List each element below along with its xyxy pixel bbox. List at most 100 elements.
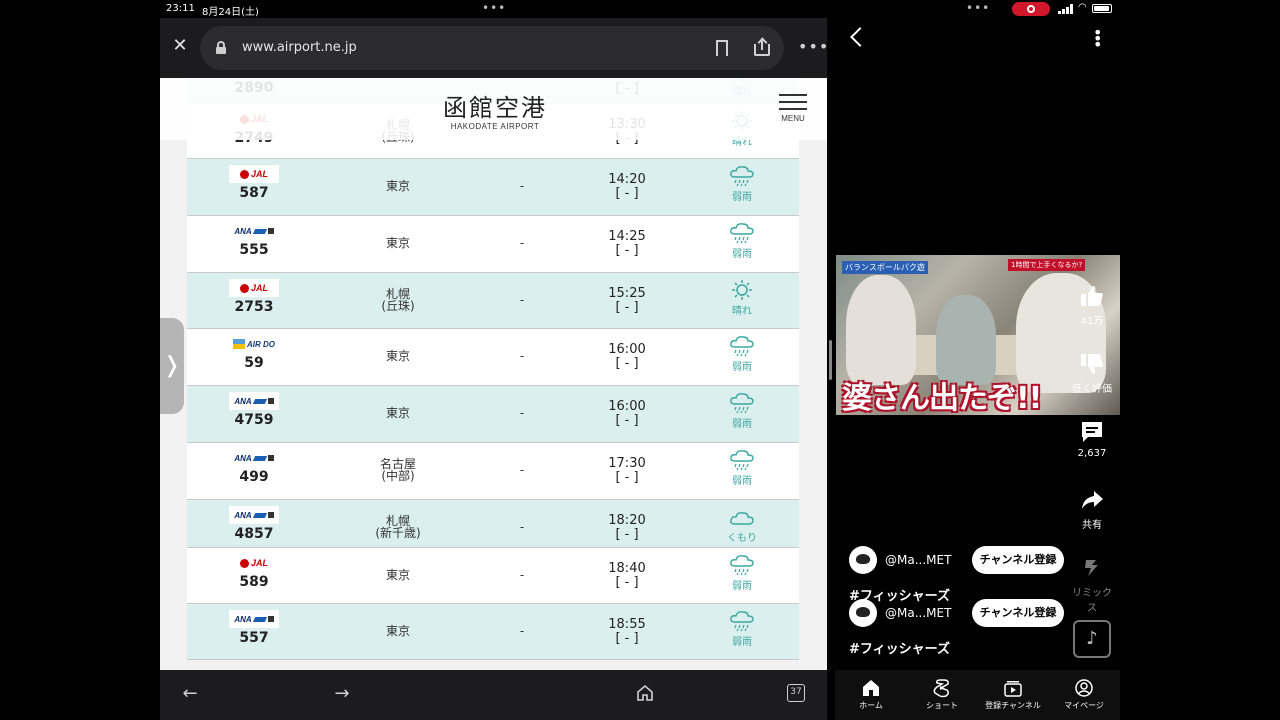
channel-row: @Ma...MET チャンネル登録 bbox=[849, 546, 1089, 576]
destination-city: 東京 bbox=[385, 406, 410, 420]
destination: 札幌 (新千歳) bbox=[347, 515, 449, 539]
via-column: - bbox=[519, 179, 525, 193]
screen-recording-icon[interactable] bbox=[1012, 2, 1050, 16]
flight-row[interactable]: ANA 499 名古屋 (中部) - 17:30[ - ] 弱雨 bbox=[187, 443, 799, 500]
departure-time: 16:00[ - ] bbox=[597, 343, 657, 371]
ana-stripe-icon bbox=[252, 512, 267, 518]
destination-airport: (丘珠) bbox=[381, 299, 415, 313]
flight-status: [ - ] bbox=[615, 300, 639, 315]
url-text[interactable]: www.airport.ne.jp bbox=[242, 40, 357, 55]
rain-icon bbox=[719, 335, 765, 357]
dislike-button[interactable]: 低く評価 bbox=[1071, 352, 1113, 395]
airline-logo: AIR DO bbox=[229, 335, 279, 353]
share-arrow-icon bbox=[1082, 491, 1103, 509]
airline-logo: ANA bbox=[229, 392, 279, 410]
flight-status: [ - ] bbox=[615, 575, 639, 590]
airline-logo: JAL bbox=[229, 554, 279, 572]
tabs-count-icon[interactable]: 37 bbox=[787, 684, 805, 702]
weather-cell: 弱雨 bbox=[719, 449, 765, 487]
multitask-dots-icon-right[interactable]: ••• bbox=[966, 1, 990, 15]
via-column: - bbox=[519, 293, 525, 307]
flight-row[interactable]: ANA 555 東京 - 14:25[ - ] 弱雨 bbox=[187, 216, 799, 273]
weather-label: 弱雨 bbox=[732, 581, 752, 592]
scheduled-time: 14:25 bbox=[608, 229, 646, 244]
rain-icon bbox=[719, 392, 765, 414]
browser-window: ✕ www.airport.ne.jp ••• 2890[ - ]晴れJAL27… bbox=[160, 18, 829, 720]
departure-time: 15:25[ - ] bbox=[597, 287, 657, 315]
airline-name: AIR DO bbox=[247, 339, 275, 349]
back-chevron-icon[interactable] bbox=[850, 27, 870, 47]
sidebar-expand-handle[interactable]: ❭ bbox=[160, 318, 184, 414]
codeshare-icon bbox=[267, 455, 274, 461]
browser-toolbar: ✕ www.airport.ne.jp ••• bbox=[160, 18, 829, 78]
home-icon[interactable] bbox=[636, 684, 654, 702]
channel-handle[interactable]: @Ma...MET bbox=[885, 553, 951, 567]
flight-row[interactable]: AIR DO 59 東京 - 16:00[ - ] 弱雨 bbox=[187, 329, 799, 386]
like-button[interactable]: 41万 bbox=[1071, 284, 1113, 327]
comment-icon bbox=[1082, 422, 1102, 442]
browser-bottom-bar: ← → 37 bbox=[160, 670, 827, 720]
nav-subscriptions[interactable]: 登録チャンネル bbox=[978, 678, 1048, 711]
nav-subscriptions-label: 登録チャンネル bbox=[985, 701, 1041, 710]
site-header: 函館空港 HAKODATE AIRPORT MENU bbox=[160, 78, 827, 140]
music-note-icon[interactable]: ♪ bbox=[1073, 620, 1111, 658]
site-logo[interactable]: 函館空港 bbox=[430, 88, 560, 123]
destination: 東京 bbox=[347, 237, 449, 249]
comments-button[interactable]: 2,637 bbox=[1071, 420, 1113, 459]
flight-row[interactable]: JAL 2753 札幌 (丘珠) - 15:25[ - ] 晴れ bbox=[187, 273, 799, 329]
destination: 東京 bbox=[347, 180, 449, 192]
flight-row[interactable]: JAL 587 東京 - 14:20[ - ] 弱雨 bbox=[187, 159, 799, 216]
scheduled-time: 16:00 bbox=[608, 399, 646, 414]
channel-avatar[interactable] bbox=[849, 546, 877, 574]
video-hashtag[interactable]: #フィッシャーズ bbox=[849, 638, 950, 657]
multitask-dots-icon[interactable]: ••• bbox=[482, 1, 506, 15]
weather-label: 弱雨 bbox=[732, 249, 752, 260]
close-icon[interactable]: ✕ bbox=[170, 36, 190, 56]
flight-status: [ - ] bbox=[615, 527, 639, 542]
flight-row[interactable]: ANA 557 東京 - 18:55[ - ] 弱雨 bbox=[187, 604, 799, 660]
video-person bbox=[846, 275, 916, 385]
address-bar[interactable]: www.airport.ne.jp bbox=[200, 26, 784, 70]
video-tag-left: バランスボールパク遊 bbox=[842, 261, 928, 274]
thumbs-down-icon bbox=[1081, 354, 1103, 374]
flight-status: [ - ] bbox=[615, 470, 639, 485]
share-label: 共有 bbox=[1082, 520, 1102, 531]
channel-avatar[interactable] bbox=[849, 599, 877, 627]
more-options-icon[interactable]: ••• bbox=[798, 37, 829, 56]
subscribe-button[interactable]: チャンネル登録 bbox=[972, 599, 1064, 627]
destination: 札幌(丘珠) bbox=[347, 288, 449, 312]
status-time: 23:11 bbox=[166, 3, 195, 14]
split-view-divider[interactable] bbox=[829, 340, 832, 380]
channel-handle[interactable]: @Ma...MET bbox=[885, 606, 951, 620]
nav-account[interactable]: マイページ bbox=[1049, 678, 1119, 711]
departure-time: 18:40[ - ] bbox=[597, 562, 657, 590]
flight-row[interactable]: ANA 4759 東京 - 16:00[ - ] 弱雨 bbox=[187, 386, 799, 443]
airline-logo: JAL bbox=[229, 165, 279, 183]
destination-airport: (中部) bbox=[381, 469, 415, 483]
nav-shorts[interactable]: ショート bbox=[907, 678, 977, 711]
bookmark-icon[interactable] bbox=[716, 40, 728, 58]
flight-number: 4857 bbox=[234, 526, 274, 542]
menu-label[interactable]: MENU bbox=[774, 114, 812, 123]
scheduled-time: 18:55 bbox=[608, 617, 646, 632]
status-date: 8月24日(土) bbox=[202, 7, 259, 18]
scheduled-time: 18:20 bbox=[608, 513, 646, 528]
share-button[interactable]: 共有 bbox=[1071, 488, 1113, 531]
airline-logo: ANA bbox=[229, 506, 279, 524]
airline-name: JAL bbox=[250, 558, 268, 568]
destination-city: 東京 bbox=[385, 179, 410, 193]
flight-row[interactable]: JAL 589 東京 - 18:40[ - ] 弱雨 bbox=[187, 548, 799, 604]
more-vertical-icon[interactable]: • • • bbox=[1093, 25, 1102, 53]
destination-city: 東京 bbox=[385, 624, 410, 638]
share-icon[interactable] bbox=[754, 37, 770, 56]
site-logo-subtitle: HAKODATE AIRPORT bbox=[450, 122, 540, 131]
channel-row-duplicate: @Ma...MET チャンネル登録 bbox=[849, 599, 1089, 629]
flight-row[interactable]: ANA 4857 札幌 (新千歳) - 18:20[ - ] くもり bbox=[187, 500, 799, 548]
destination-city: 東京 bbox=[385, 349, 410, 363]
ana-stripe-icon bbox=[252, 455, 267, 461]
forward-arrow-icon[interactable]: → bbox=[330, 682, 354, 706]
back-arrow-icon[interactable]: ← bbox=[178, 682, 202, 706]
subscribe-button[interactable]: チャンネル登録 bbox=[972, 546, 1064, 574]
nav-home[interactable]: ホーム bbox=[836, 678, 906, 711]
status-bar: 23:11 8月24日(土) ••• ••• ◠ bbox=[160, 0, 1120, 18]
